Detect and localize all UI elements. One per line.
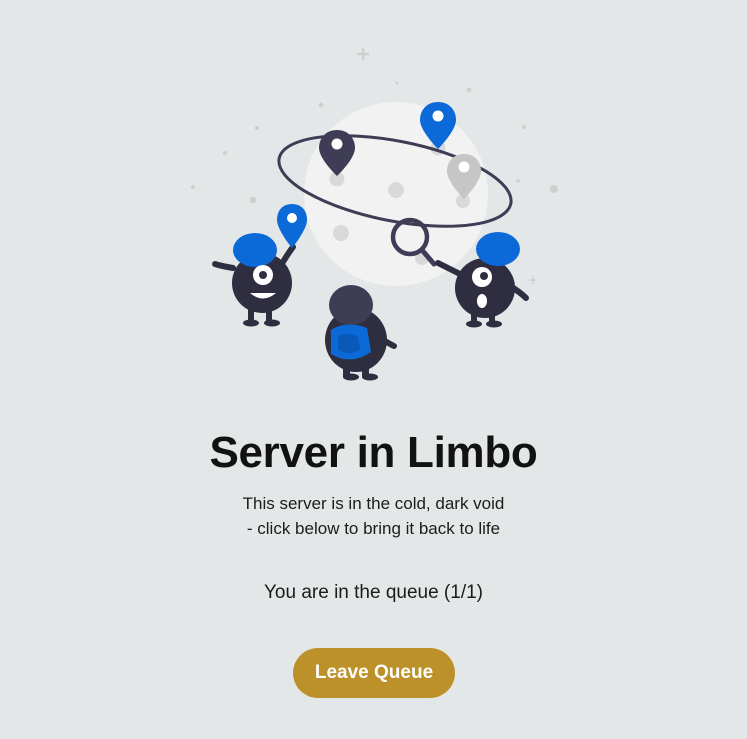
plus-sparkle-icon bbox=[356, 47, 370, 61]
character-icon bbox=[325, 285, 397, 381]
subtitle-line: This server is in the cold, dark void bbox=[242, 494, 505, 513]
map-pin-icon bbox=[277, 204, 307, 248]
queue-status: You are in the queue (1/1) bbox=[263, 582, 484, 603]
character-icon bbox=[212, 233, 296, 327]
limbo-illustration bbox=[191, 47, 558, 381]
subtitle-line: - click below to bring it back to life bbox=[246, 519, 501, 538]
page-title: Server in Limbo bbox=[209, 428, 538, 477]
subtitle-text: This server is in the cold, dark void - … bbox=[0, 491, 747, 541]
plus-sparkle-small-icon bbox=[529, 276, 537, 284]
leave-queue-button[interactable]: Leave Queue bbox=[293, 648, 455, 698]
